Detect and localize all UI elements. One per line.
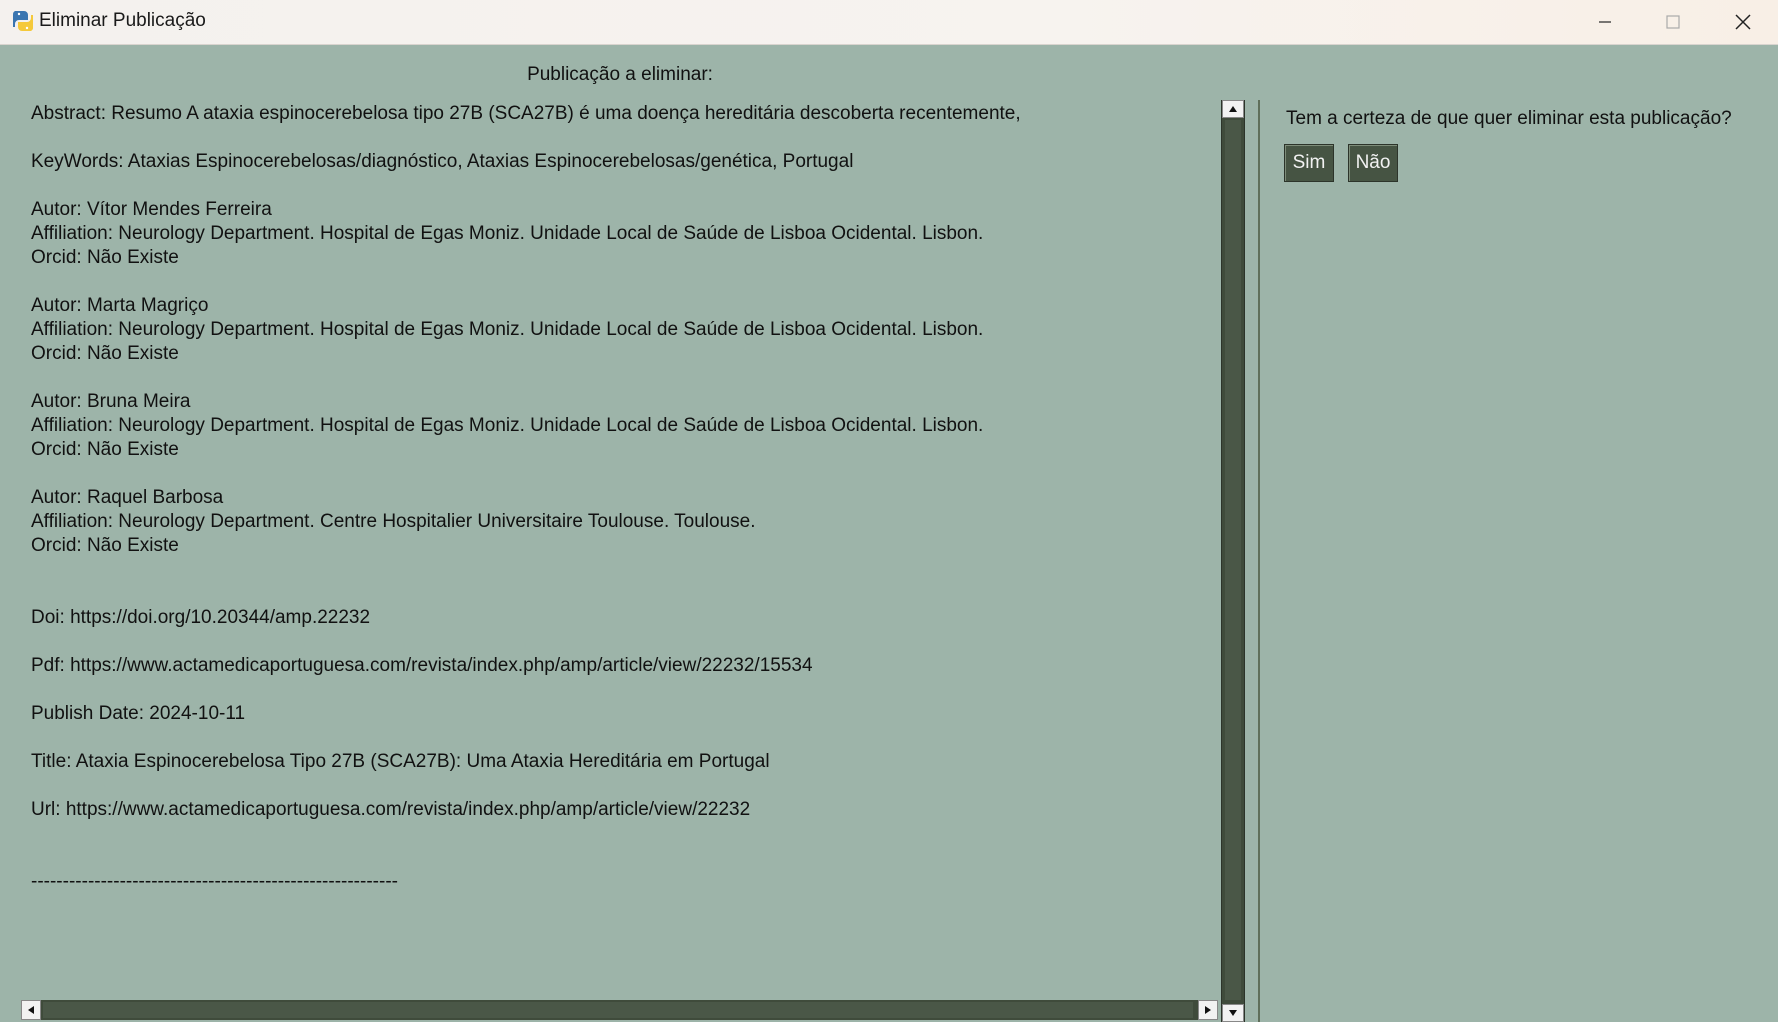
close-button[interactable]: [1708, 0, 1778, 44]
scroll-up-button[interactable]: [1222, 100, 1244, 118]
triangle-up-icon: [1229, 106, 1237, 112]
confirm-question: Tem a certeza de que quer eliminar esta …: [1286, 108, 1732, 129]
keywords-line: KeyWords: Ataxias Espinocerebelosas/diag…: [31, 151, 854, 172]
author-name: Autor: Raquel Barbosa: [31, 487, 224, 508]
minimize-button[interactable]: [1570, 0, 1640, 44]
horizontal-scroll-thumb[interactable]: [43, 1002, 1193, 1018]
panel-divider: [1258, 100, 1260, 1022]
author-affiliation: Affiliation: Neurology Department. Hospi…: [31, 319, 984, 340]
author-affiliation: Affiliation: Neurology Department. Hospi…: [31, 415, 984, 436]
separator-line: ----------------------------------------…: [31, 871, 398, 892]
python-app-icon: [12, 11, 34, 31]
abstract-line: Abstract: Resumo A ataxia espinocerebelo…: [31, 103, 1021, 124]
publication-details: Abstract: Resumo A ataxia espinocerebelo…: [31, 102, 1211, 894]
author-affiliation: Affiliation: Neurology Department. Centr…: [31, 511, 756, 532]
maximize-icon: [1666, 15, 1680, 29]
author-block: Autor: Vítor Mendes Ferreira Affiliation:…: [31, 198, 1211, 270]
triangle-right-icon: [1205, 1006, 1211, 1014]
author-orcid: Orcid: Não Existe: [31, 343, 179, 364]
title-bar: Eliminar Publicação: [0, 0, 1778, 45]
minimize-icon: [1599, 21, 1611, 23]
doi-line: Doi: https://doi.org/10.20344/amp.22232: [31, 607, 371, 628]
vertical-scrollbar[interactable]: [1221, 100, 1245, 1022]
publish-date-line: Publish Date: 2024-10-11: [31, 703, 246, 724]
triangle-left-icon: [28, 1006, 34, 1014]
scroll-down-button[interactable]: [1222, 1004, 1244, 1022]
author-affiliation: Affiliation: Neurology Department. Hospi…: [31, 223, 984, 244]
triangle-down-icon: [1229, 1010, 1237, 1016]
vertical-scroll-thumb[interactable]: [1225, 120, 1241, 1000]
dialog-content: Publicação a eliminar: Abstract: Resumo …: [0, 44, 1778, 1022]
horizontal-scrollbar[interactable]: [21, 1000, 1218, 1020]
author-block: Autor: Raquel Barbosa Affiliation: Neurol…: [31, 486, 1211, 558]
author-name: Autor: Marta Magriço: [31, 295, 209, 316]
author-block: Autor: Bruna Meira Affiliation: Neurology…: [31, 390, 1211, 462]
url-line: Url: https://www.actamedicaportuguesa.co…: [31, 799, 751, 820]
pdf-line: Pdf: https://www.actamedicaportuguesa.co…: [31, 655, 813, 676]
close-icon: [1735, 14, 1751, 30]
author-block: Autor: Marta Magriço Affiliation: Neurolo…: [31, 294, 1211, 366]
title-line: Title: Ataxia Espinocerebelosa Tipo 27B …: [31, 751, 770, 772]
author-name: Autor: Bruna Meira: [31, 391, 191, 412]
maximize-button[interactable]: [1638, 0, 1708, 44]
author-orcid: Orcid: Não Existe: [31, 247, 179, 268]
window-title: Eliminar Publicação: [39, 10, 206, 31]
publication-text-area[interactable]: Publicação a eliminar: Abstract: Resumo …: [20, 56, 1220, 956]
author-orcid: Orcid: Não Existe: [31, 439, 179, 460]
author-name: Autor: Vítor Mendes Ferreira: [31, 199, 272, 220]
no-button[interactable]: Não: [1348, 144, 1398, 182]
author-orcid: Orcid: Não Existe: [31, 535, 179, 556]
scroll-right-button[interactable]: [1198, 1000, 1218, 1020]
yes-button[interactable]: Sim: [1284, 144, 1334, 182]
scroll-left-button[interactable]: [21, 1000, 41, 1020]
publication-heading: Publicação a eliminar:: [527, 64, 713, 85]
